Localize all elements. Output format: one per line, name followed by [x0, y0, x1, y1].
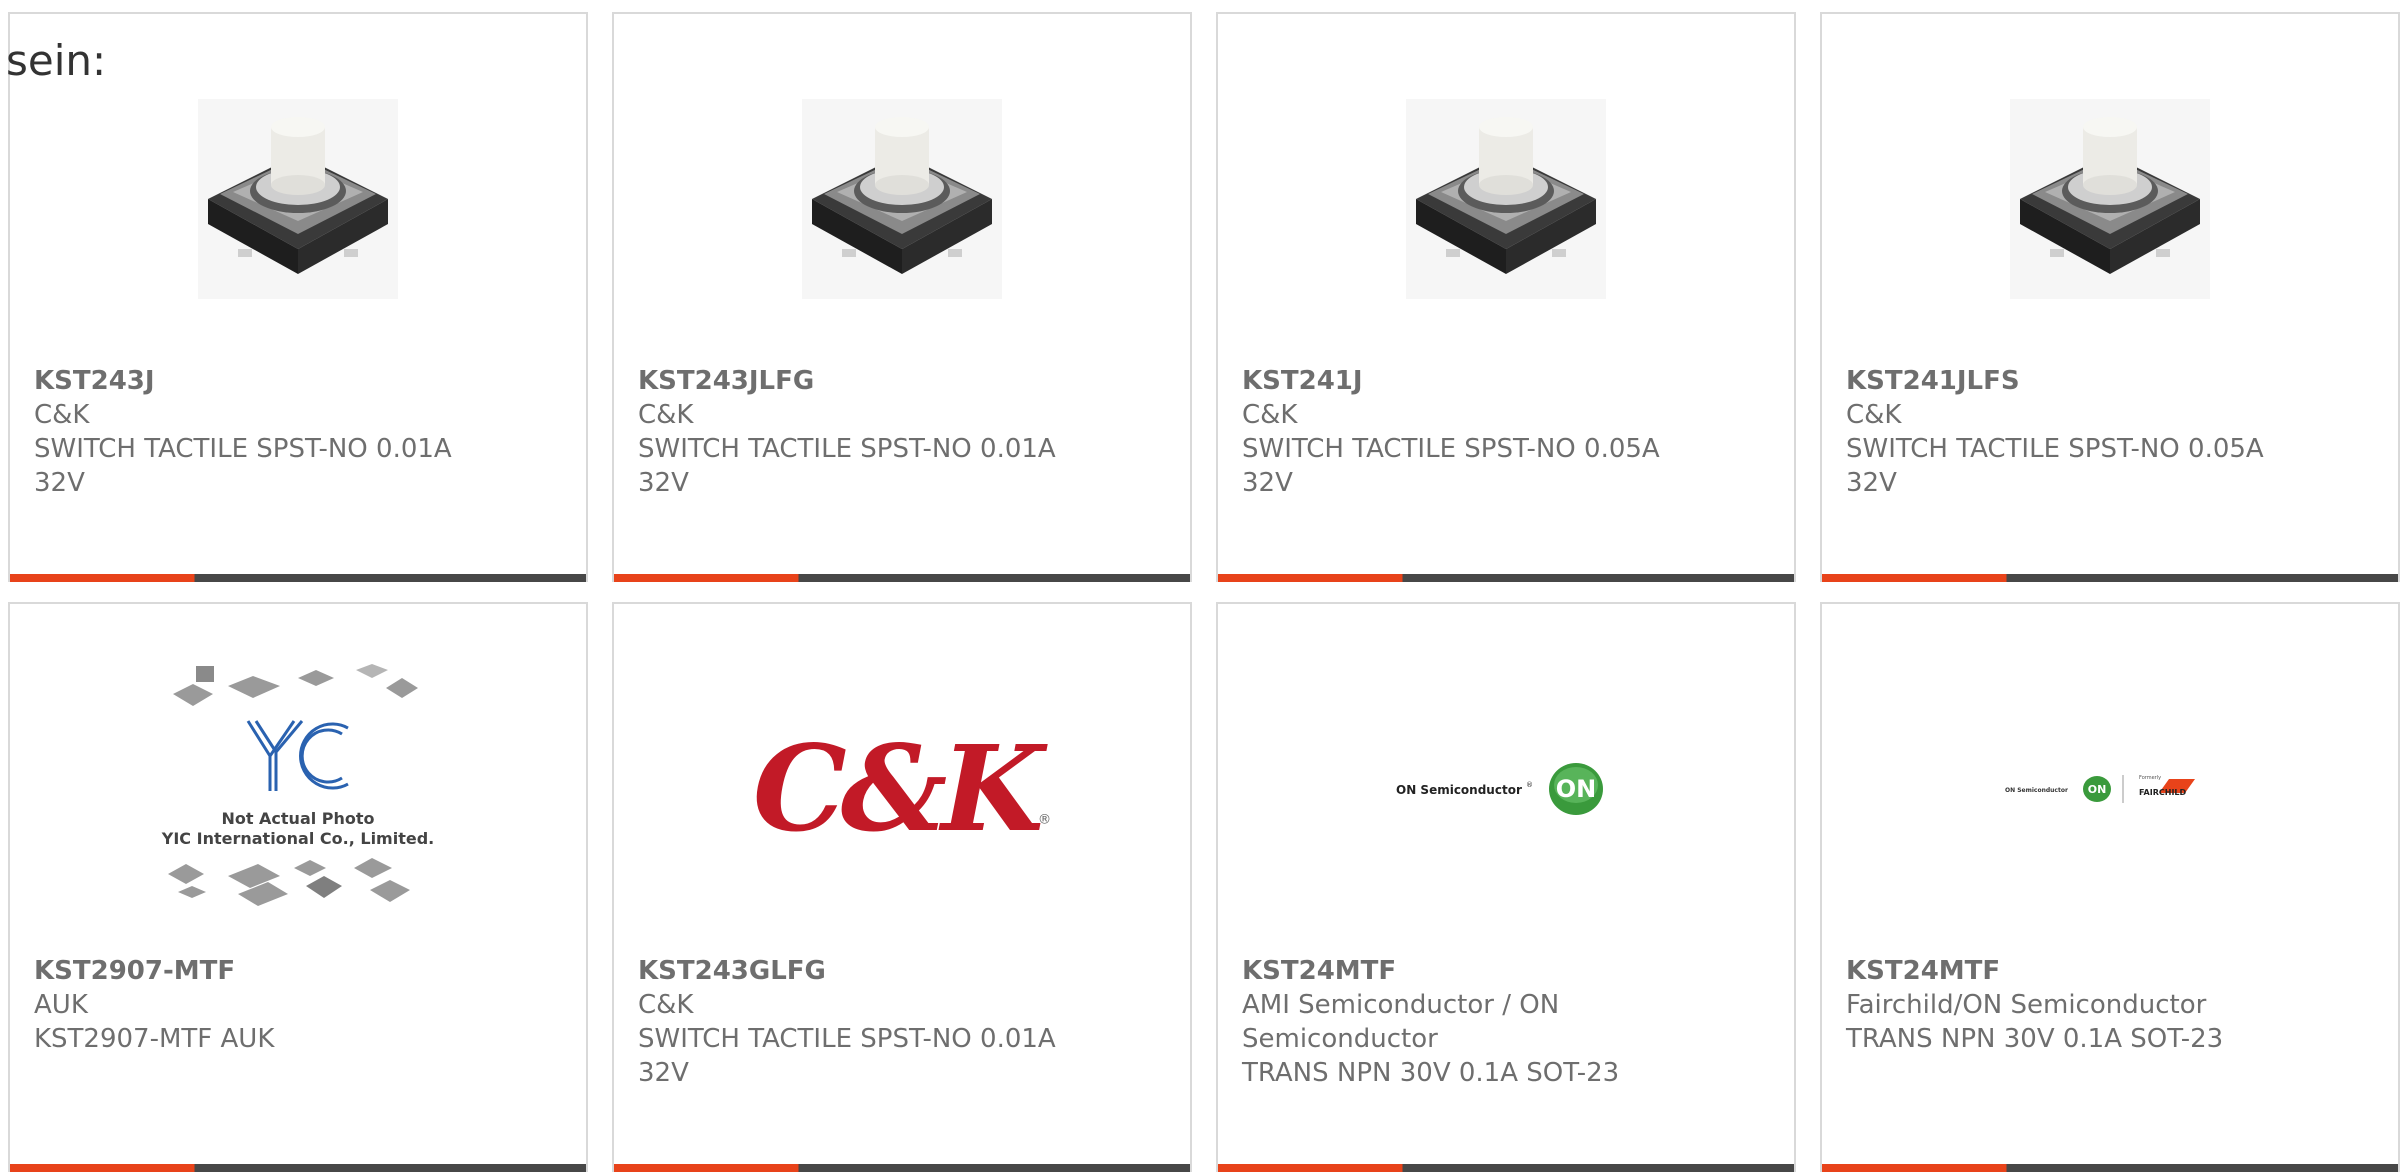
on-badge-text: ON	[2088, 783, 2107, 796]
product-image[interactable]: C&K®	[614, 664, 1190, 914]
manufacturer-name: C&K	[638, 400, 694, 430]
ck-logo-text: C&K	[752, 719, 1044, 858]
on-semi-wordmark: ON Semiconductor	[2005, 787, 2068, 794]
product-image[interactable]	[614, 74, 1190, 324]
product-description: SWITCH TACTILE SPST-NO 0.01A 32V	[638, 1024, 1056, 1088]
card-accent-bar	[10, 1164, 586, 1172]
product-image[interactable]	[10, 74, 586, 324]
registered-mark: ®	[1526, 781, 1533, 789]
part-number-link[interactable]: KST241JLFS	[1846, 364, 2318, 398]
part-number-link[interactable]: KST2907-MTF	[34, 954, 506, 988]
part-number-link[interactable]: KST243J	[34, 364, 506, 398]
manufacturer-name: C&K	[34, 400, 90, 430]
card-accent-bar	[1822, 1164, 2398, 1172]
manufacturer-name: C&K	[1242, 400, 1298, 430]
product-card[interactable]: Not Actual Photo YIC International Co., …	[8, 602, 588, 1172]
fairchild-wordmark: FAIRCHILD	[2139, 788, 2187, 797]
product-description: TRANS NPN 30V 0.1A SOT-23	[1242, 1058, 1620, 1088]
product-card[interactable]: KST243J C&K SWITCH TACTILE SPST-NO 0.01A…	[8, 12, 588, 582]
product-description: SWITCH TACTILE SPST-NO 0.05A 32V	[1846, 434, 2264, 498]
card-accent-bar	[614, 1164, 1190, 1172]
formerly-label: Formerly	[2139, 775, 2161, 781]
product-card[interactable]: KST241J C&K SWITCH TACTILE SPST-NO 0.05A…	[1216, 12, 1796, 582]
product-image[interactable]	[1822, 74, 2398, 324]
product-description: SWITCH TACTILE SPST-NO 0.05A 32V	[1242, 434, 1660, 498]
product-image[interactable]: Not Actual Photo YIC International Co., …	[10, 664, 586, 914]
yic-caption-line2: YIC International Co., Limited.	[161, 829, 434, 848]
product-card[interactable]: ON Semiconductor ON Formerly FAIRCHILD K…	[1820, 602, 2400, 1172]
yic-caption-line1: Not Actual Photo	[221, 809, 374, 828]
ck-brand-logo: C&K®	[753, 730, 1051, 848]
part-number-link[interactable]: KST24MTF	[1242, 954, 1714, 988]
manufacturer-name: Fairchild/ON Semiconductor	[1846, 990, 2207, 1020]
product-description: KST2907-MTF AUK	[34, 1024, 275, 1054]
card-accent-bar	[1822, 574, 2398, 582]
tactile-switch-image	[1406, 99, 1606, 299]
manufacturer-name: AUK	[34, 990, 88, 1020]
product-description: TRANS NPN 30V 0.1A SOT-23	[1846, 1024, 2224, 1054]
manufacturer-name: C&K	[638, 990, 694, 1020]
tactile-switch-image	[802, 99, 1002, 299]
manufacturer-name: C&K	[1846, 400, 1902, 430]
yic-logo	[246, 720, 349, 791]
product-card[interactable]: ON Semiconductor ® ON KST24MTF AMI Semic…	[1216, 602, 1796, 1172]
product-card[interactable]: C&K® KST243GLFG C&K SWITCH TACTILE SPST-…	[612, 602, 1192, 1172]
part-number-link[interactable]: KST241J	[1242, 364, 1714, 398]
on-badge-text: ON	[1556, 775, 1597, 803]
registered-mark: ®	[1037, 812, 1052, 828]
on-semi-logo: ON Semiconductor ® ON	[1396, 763, 1603, 815]
card-accent-bar	[1218, 574, 1794, 582]
tactile-switch-image	[2010, 99, 2210, 299]
card-accent-bar	[1218, 1164, 1794, 1172]
product-image[interactable]: ON Semiconductor ® ON	[1218, 664, 1794, 914]
yic-placeholder-image: Not Actual Photo YIC International Co., …	[161, 664, 434, 906]
card-accent-bar	[614, 574, 1190, 582]
tactile-switch-image	[198, 99, 398, 299]
card-accent-bar	[10, 574, 586, 582]
product-card[interactable]: KST241JLFS C&K SWITCH TACTILE SPST-NO 0.…	[1820, 12, 2400, 582]
product-description: SWITCH TACTILE SPST-NO 0.01A 32V	[34, 434, 452, 498]
page-intro-text: sein:	[6, 36, 107, 85]
part-number-link[interactable]: KST243JLFG	[638, 364, 1110, 398]
product-image[interactable]	[1218, 74, 1794, 324]
product-card[interactable]: KST243JLFG C&K SWITCH TACTILE SPST-NO 0.…	[612, 12, 1192, 582]
product-image[interactable]: ON Semiconductor ON Formerly FAIRCHILD	[1822, 664, 2398, 914]
part-number-link[interactable]: KST243GLFG	[638, 954, 1110, 988]
product-description: SWITCH TACTILE SPST-NO 0.01A 32V	[638, 434, 1056, 498]
manufacturer-name: AMI Semiconductor / ON Semiconductor	[1242, 990, 1560, 1054]
fairchild-on-logo: ON Semiconductor ON Formerly FAIRCHILD	[2005, 775, 2195, 803]
part-number-link[interactable]: KST24MTF	[1846, 954, 2318, 988]
on-semi-wordmark: ON Semiconductor	[1396, 783, 1522, 797]
